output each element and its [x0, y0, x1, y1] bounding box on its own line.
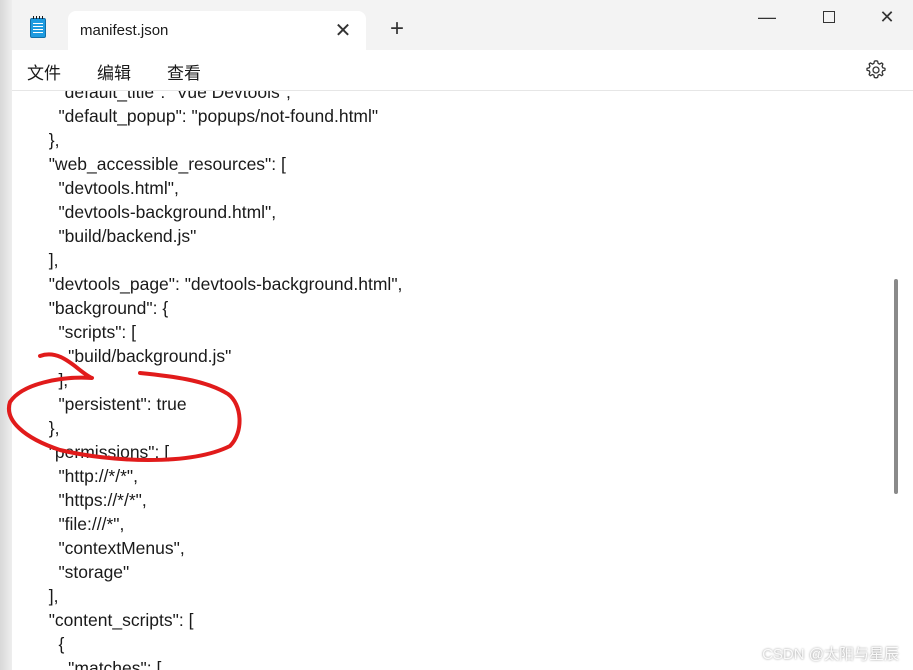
maximize-icon [823, 10, 835, 23]
menu-edit[interactable]: 编辑 [97, 59, 131, 84]
menu-view[interactable]: 查看 [167, 59, 201, 84]
notepad-icon [30, 16, 46, 38]
vertical-scrollbar[interactable] [893, 91, 913, 670]
text-editor[interactable]: "default_title": "Vue Devtools", "defaul… [12, 91, 892, 670]
tab-title: manifest.json [80, 22, 169, 39]
scrollbar-thumb[interactable] [894, 279, 898, 494]
title-bar: manifest.json ✕ + — ✕ [12, 0, 913, 50]
tab-manifest[interactable]: manifest.json ✕ [68, 11, 366, 50]
window-left-edge [0, 0, 12, 670]
gear-icon[interactable] [864, 58, 888, 82]
new-tab-button[interactable]: + [384, 16, 410, 42]
close-window-button[interactable]: ✕ [858, 0, 913, 34]
maximize-button[interactable] [800, 0, 858, 34]
watermark: CSDN @太阳与星辰 [762, 646, 899, 663]
menu-bar: 文件 编辑 查看 [12, 50, 913, 91]
editor-text: "default_title": "Vue Devtools", "defaul… [48, 91, 403, 670]
menu-file[interactable]: 文件 [27, 59, 61, 84]
close-tab-button[interactable]: ✕ [330, 18, 356, 44]
minimize-button[interactable]: — [738, 0, 796, 34]
